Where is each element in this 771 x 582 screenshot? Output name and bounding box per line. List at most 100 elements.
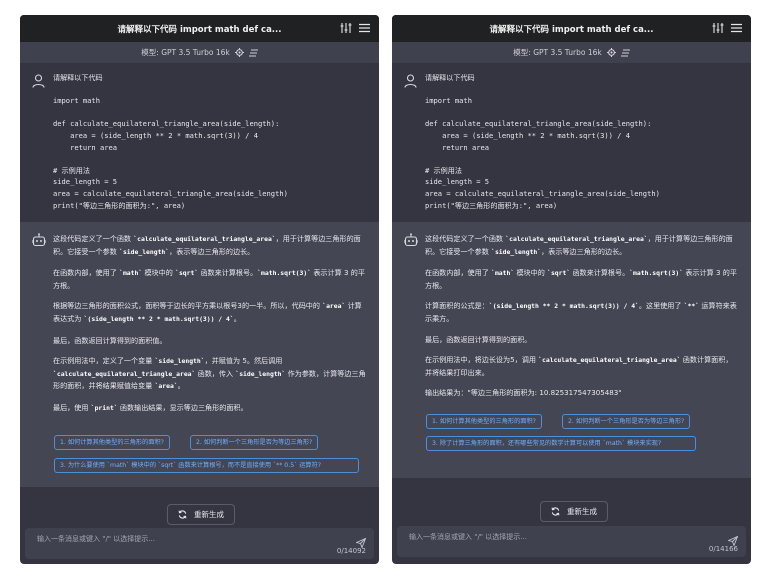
- inline-code: `side_length`: [235, 369, 286, 378]
- inline-code: `side_length`: [154, 357, 205, 366]
- bot-avatar-icon: [403, 232, 419, 247]
- regenerate-button[interactable]: 重新生成: [167, 504, 235, 525]
- user-message-line: side_length = 5: [53, 177, 118, 187]
- inline-code: `math`: [491, 269, 515, 278]
- chat-title: 请解释以下代码 import math def ca...: [117, 24, 282, 35]
- text-run: 在函数内部，使用了: [53, 268, 120, 278]
- suggestion-chip[interactable]: 3. 为什么要使用 `math` 模块中的 `sqrt` 函数来计算根号，而不是…: [54, 458, 359, 473]
- inline-code: `sqrt`: [547, 269, 571, 278]
- inline-code: `math`: [119, 269, 143, 278]
- text-run: ，表示等边三角形的边长。: [541, 246, 627, 256]
- inline-code: `calculate_equilateral_triangle_area`: [505, 235, 648, 243]
- chat-title: 请解释以下代码 import math def ca...: [489, 24, 654, 35]
- assistant-message-text: 这段代码定义了一个函数 `calculate_equilateral_trian…: [425, 233, 739, 408]
- user-avatar-icon: [32, 73, 45, 88]
- model-label: 模型: GPT 3.5 Turbo 16k: [141, 48, 230, 57]
- menu-icon[interactable]: [731, 23, 742, 33]
- text-run: ，并赋值为 5。然后调用: [204, 356, 283, 366]
- suggestion-chip[interactable]: 3. 除了计算三角形的面积，还有哪些常见的数学计算可以使用 `math` 模块来…: [426, 436, 696, 451]
- text-run: 。这里使用了: [638, 301, 684, 311]
- user-message-text: 请解释以下代码 import math def calculate_equila…: [53, 72, 367, 211]
- assistant-paragraph: 根据等边三角形的面积公式，面积等于边长的平方乘以根号3的一半。所以，代码中的 `…: [53, 300, 367, 325]
- text-run: 输出结果为："等边三角形的面积为: 10.825317547305483": [425, 388, 622, 398]
- inline-code: `area`: [154, 382, 178, 391]
- assistant-paragraph: 最后，函数返回计算得到的面积。: [425, 334, 739, 346]
- inline-code: `math.sqrt(3)`: [257, 269, 312, 278]
- user-message-line: side_length = 5: [425, 177, 490, 187]
- inline-code: `(side_length ** 2 * math.sqrt(3)) / 4`: [83, 314, 234, 323]
- user-message-line: # 示例用法: [53, 165, 90, 175]
- user-message-line: def calculate_equilateral_triangle_area(…: [425, 119, 652, 129]
- inline-code: `print`: [90, 403, 118, 412]
- model-bar[interactable]: 模型: GPT 3.5 Turbo 16k: [392, 42, 751, 63]
- bot-avatar-icon: [31, 232, 47, 247]
- text-run: 在示例用法中，定义了一个变量: [53, 356, 155, 366]
- assistant-message: 这段代码定义了一个函数 `calculate_equilateral_trian…: [20, 222, 379, 487]
- text-run: 在示例用法中，将边长设为5，调用: [425, 355, 539, 365]
- user-message-line: print("等边三角形的面积为:", area): [53, 200, 186, 210]
- model-bar[interactable]: 模型: GPT 3.5 Turbo 16k: [20, 42, 379, 63]
- user-message: 请解释以下代码 import math def calculate_equila…: [20, 63, 379, 222]
- inline-code: `side_length`: [119, 247, 170, 256]
- inline-code: `math.sqrt(3)`: [629, 269, 684, 278]
- refresh-icon: [178, 510, 187, 519]
- settings-sliders-icon[interactable]: [340, 22, 352, 34]
- settings-sliders-icon[interactable]: [712, 22, 724, 34]
- gear-icon[interactable]: [234, 48, 244, 57]
- assistant-paragraph: 最后，函数返回计算得到的面积值。: [53, 335, 367, 347]
- assistant-paragraph: 在示例用法中，将边长设为5，调用 `calculate_equilateral_…: [425, 354, 739, 378]
- user-message-line: import math: [425, 96, 472, 106]
- text-run: 函数来计算根号。: [570, 268, 630, 278]
- assistant-paragraph: 这段代码定义了一个函数 `calculate_equilateral_trian…: [53, 233, 367, 258]
- user-message-line: import math: [53, 96, 100, 106]
- assistant-paragraph: 在函数内部，使用了 `math` 模块中的 `sqrt` 函数来计算根号。`ma…: [53, 267, 367, 291]
- user-avatar-icon: [404, 73, 417, 88]
- message-input[interactable]: 输入一条消息或键入 "/" 以选择提示... 0/14092: [25, 528, 374, 559]
- chat-header: 请解释以下代码 import math def ca...: [392, 15, 751, 42]
- text-run: 在函数内部，使用了: [425, 268, 492, 278]
- inline-code: `**`: [683, 302, 700, 311]
- assistant-paragraph: 输出结果为："等边三角形的面积为: 10.825317547305483": [425, 387, 739, 399]
- model-label: 模型: GPT 3.5 Turbo 16k: [513, 48, 602, 57]
- text-run: 计算面积的公式是：: [425, 301, 489, 311]
- message-input-placeholder: 输入一条消息或键入 "/" 以选择提示...: [409, 533, 527, 541]
- char-count: 0/14166: [708, 545, 738, 553]
- assistant-paragraph: 计算面积的公式是：`(side_length ** 2 * math.sqrt(…: [425, 300, 739, 324]
- text-run: 函数输出结果，显示等边三角形的面积。: [117, 402, 248, 412]
- inline-code: `side_length`: [491, 247, 542, 256]
- text-run: 。: [233, 313, 241, 323]
- gear-icon[interactable]: [606, 48, 616, 57]
- menu-icon[interactable]: [359, 23, 370, 33]
- user-message-line: return area: [53, 142, 118, 152]
- message-input[interactable]: 输入一条消息或键入 "/" 以选择提示... 0/14166: [397, 526, 746, 557]
- user-message: 请解释以下代码 import math def calculate_equila…: [392, 63, 751, 222]
- assistant-paragraph: 在示例用法中，定义了一个变量 `side_length`，并赋值为 5。然后调用…: [53, 355, 367, 393]
- text-run: 最后，函数返回计算得到的面积。: [425, 334, 532, 344]
- assistant-paragraph: 这段代码定义了一个函数 `calculate_equilateral_trian…: [425, 233, 739, 258]
- text-run: 函数，传入: [195, 368, 236, 378]
- inline-code: `area`: [322, 302, 346, 311]
- chat-header: 请解释以下代码 import math def ca...: [20, 15, 379, 42]
- text-run: ，表示等边三角形的边长。: [169, 246, 255, 256]
- suggestion-chip[interactable]: 1. 如何计算其他类型的三角形的面积?: [54, 435, 170, 450]
- user-message-text: 请解释以下代码 import math def calculate_equila…: [425, 72, 739, 211]
- user-message-line: 请解释以下代码: [53, 73, 103, 82]
- text-run: 根据等边三角形的面积公式，面积等于边长的平方乘以根号3的一半。所以，代码中的: [53, 301, 323, 311]
- text-run: 这段代码定义了一个函数: [53, 234, 134, 243]
- assistant-message-text: 这段代码定义了一个函数 `calculate_equilateral_trian…: [53, 233, 367, 424]
- prompt-list-icon[interactable]: [248, 49, 258, 57]
- assistant-paragraph: 最后，使用 `print` 函数输出结果，显示等边三角形的面积。: [53, 402, 367, 415]
- inline-code: `calculate_equilateral_triangle_area`: [53, 369, 196, 378]
- suggestion-chip[interactable]: 2. 如何判断一个三角形是否为等边三角形?: [190, 435, 319, 450]
- user-message-line: area = (side_length ** 2 * math.sqrt(3))…: [425, 130, 630, 140]
- prompt-list-icon[interactable]: [620, 49, 630, 57]
- inline-code: `(side_length ** 2 * math.sqrt(3)) / 4`: [488, 302, 639, 311]
- chat-panel-left: 请解释以下代码 import math def ca... 模型: GPT 3.…: [20, 15, 379, 564]
- user-message-line: # 示例用法: [425, 165, 462, 175]
- regenerate-button[interactable]: 重新生成: [540, 501, 608, 522]
- chat-panel-right: 请解释以下代码 import math def ca... 模型: GPT 3.…: [392, 15, 751, 564]
- suggestion-chip[interactable]: 2. 如何判断一个三角形是否为等边三角形?: [562, 414, 691, 429]
- user-message-line: area = calculate_equilateral_triangle_ar…: [53, 188, 288, 198]
- suggestion-chip[interactable]: 1. 如何计算其他类型的三角形的面积?: [426, 414, 542, 429]
- message-input-placeholder: 输入一条消息或键入 "/" 以选择提示...: [37, 535, 155, 543]
